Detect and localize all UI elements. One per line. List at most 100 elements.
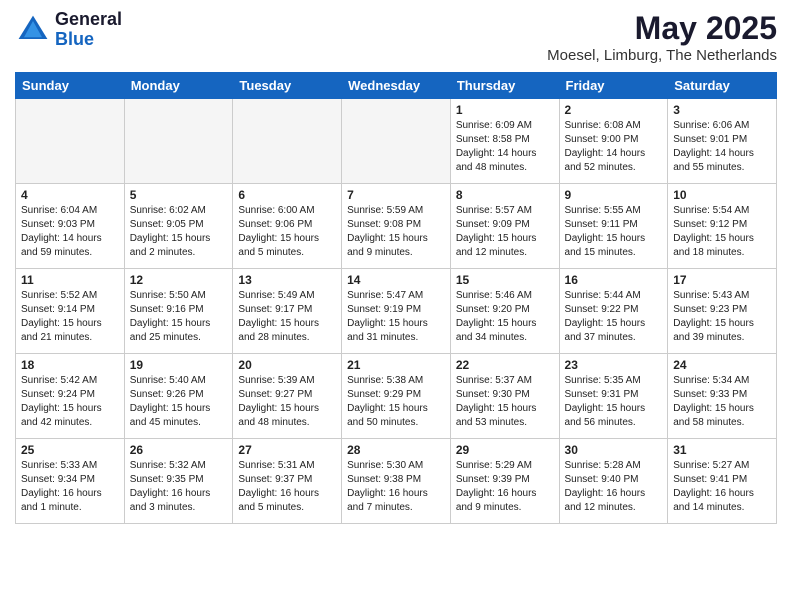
day-number: 20 [238, 358, 336, 372]
day-number: 4 [21, 188, 119, 202]
day-number: 26 [130, 443, 228, 457]
weekday-header-friday: Friday [559, 73, 668, 99]
title-block: May 2025 Moesel, Limburg, The Netherland… [547, 10, 777, 64]
weekday-header-sunday: Sunday [16, 73, 125, 99]
weekday-header-thursday: Thursday [450, 73, 559, 99]
day-number: 23 [565, 358, 663, 372]
calendar-cell: 16 Sunrise: 5:44 AM Sunset: 9:22 PM Dayli… [559, 269, 668, 354]
calendar-cell: 7 Sunrise: 5:59 AM Sunset: 9:08 PM Daylig… [342, 184, 451, 269]
day-info: Sunrise: 5:32 AM Sunset: 9:35 PM Dayligh… [130, 459, 228, 515]
day-number: 6 [238, 188, 336, 202]
calendar-cell: 31Sunrise: 5:27 AM Sunset: 9:41 PM Dayli… [668, 439, 777, 524]
calendar-cell: 2 Sunrise: 6:08 AM Sunset: 9:00 PM Daylig… [559, 99, 668, 184]
day-info: Sunrise: 5:52 AM Sunset: 9:14 PM Dayligh… [21, 289, 119, 345]
day-number: 8 [456, 188, 554, 202]
calendar-cell: 24 Sunrise: 5:34 AM Sunset: 9:33 PM Dayli… [668, 354, 777, 439]
calendar-cell: 30Sunrise: 5:28 AM Sunset: 9:40 PM Dayli… [559, 439, 668, 524]
calendar-cell: 15 Sunrise: 5:46 AM Sunset: 9:20 PM Dayli… [450, 269, 559, 354]
day-number: 16 [565, 273, 663, 287]
calendar-cell [342, 99, 451, 184]
day-number: 18 [21, 358, 119, 372]
weekday-header-monday: Monday [124, 73, 233, 99]
day-info: Sunrise: 6:08 AM Sunset: 9:00 PM Dayligh… [565, 119, 663, 175]
day-info: Sunrise: 6:02 AM Sunset: 9:05 PM Dayligh… [130, 204, 228, 260]
calendar-cell: 23 Sunrise: 5:35 AM Sunset: 9:31 PM Dayli… [559, 354, 668, 439]
logo-icon [15, 12, 51, 48]
day-info: Sunrise: 5:31 AM Sunset: 9:37 PM Dayligh… [238, 459, 336, 515]
day-number: 19 [130, 358, 228, 372]
calendar-cell: 21Sunrise: 5:38 AM Sunset: 9:29 PM Dayli… [342, 354, 451, 439]
day-number: 7 [347, 188, 445, 202]
day-info: Sunrise: 5:55 AM Sunset: 9:11 PM Dayligh… [565, 204, 663, 260]
calendar-cell: 13 Sunrise: 5:49 AM Sunset: 9:17 PM Dayli… [233, 269, 342, 354]
calendar-cell: 4 Sunrise: 6:04 AM Sunset: 9:03 PM Daylig… [16, 184, 125, 269]
day-number: 22 [456, 358, 554, 372]
day-number: 15 [456, 273, 554, 287]
calendar-week-1: 1 Sunrise: 6:09 AM Sunset: 8:58 PM Daylig… [16, 99, 777, 184]
day-number: 28 [347, 443, 445, 457]
weekday-header-wednesday: Wednesday [342, 73, 451, 99]
calendar-cell: 10Sunrise: 5:54 AM Sunset: 9:12 PM Dayli… [668, 184, 777, 269]
logo: General Blue [15, 10, 122, 50]
day-info: Sunrise: 6:06 AM Sunset: 9:01 PM Dayligh… [673, 119, 771, 175]
location: Moesel, Limburg, The Netherlands [547, 47, 777, 64]
day-number: 29 [456, 443, 554, 457]
calendar-cell: 28 Sunrise: 5:30 AM Sunset: 9:38 PM Dayli… [342, 439, 451, 524]
day-info: Sunrise: 5:37 AM Sunset: 9:30 PM Dayligh… [456, 374, 554, 430]
day-info: Sunrise: 5:34 AM Sunset: 9:33 PM Dayligh… [673, 374, 771, 430]
day-info: Sunrise: 5:38 AM Sunset: 9:29 PM Dayligh… [347, 374, 445, 430]
day-number: 3 [673, 103, 771, 117]
calendar-cell: 26 Sunrise: 5:32 AM Sunset: 9:35 PM Dayli… [124, 439, 233, 524]
calendar-cell: 29Sunrise: 5:29 AM Sunset: 9:39 PM Dayli… [450, 439, 559, 524]
page-header: General Blue May 2025 Moesel, Limburg, T… [15, 10, 777, 64]
calendar-cell: 1 Sunrise: 6:09 AM Sunset: 8:58 PM Daylig… [450, 99, 559, 184]
calendar-week-3: 11Sunrise: 5:52 AM Sunset: 9:14 PM Dayli… [16, 269, 777, 354]
calendar-table: SundayMondayTuesdayWednesdayThursdayFrid… [15, 72, 777, 524]
day-info: Sunrise: 5:35 AM Sunset: 9:31 PM Dayligh… [565, 374, 663, 430]
calendar-cell: 5 Sunrise: 6:02 AM Sunset: 9:05 PM Daylig… [124, 184, 233, 269]
logo-general-text: General [55, 9, 122, 29]
day-info: Sunrise: 5:30 AM Sunset: 9:38 PM Dayligh… [347, 459, 445, 515]
calendar-week-4: 18Sunrise: 5:42 AM Sunset: 9:24 PM Dayli… [16, 354, 777, 439]
calendar-cell [124, 99, 233, 184]
calendar-cell: 17 Sunrise: 5:43 AM Sunset: 9:23 PM Dayli… [668, 269, 777, 354]
day-number: 12 [130, 273, 228, 287]
day-info: Sunrise: 5:39 AM Sunset: 9:27 PM Dayligh… [238, 374, 336, 430]
calendar-cell [233, 99, 342, 184]
day-number: 10 [673, 188, 771, 202]
day-info: Sunrise: 6:09 AM Sunset: 8:58 PM Dayligh… [456, 119, 554, 175]
day-info: Sunrise: 5:44 AM Sunset: 9:22 PM Dayligh… [565, 289, 663, 345]
day-number: 13 [238, 273, 336, 287]
calendar-cell: 8 Sunrise: 5:57 AM Sunset: 9:09 PM Daylig… [450, 184, 559, 269]
calendar-cell: 14Sunrise: 5:47 AM Sunset: 9:19 PM Dayli… [342, 269, 451, 354]
day-info: Sunrise: 5:57 AM Sunset: 9:09 PM Dayligh… [456, 204, 554, 260]
day-number: 9 [565, 188, 663, 202]
calendar-cell: 11Sunrise: 5:52 AM Sunset: 9:14 PM Dayli… [16, 269, 125, 354]
calendar-cell [16, 99, 125, 184]
day-info: Sunrise: 5:46 AM Sunset: 9:20 PM Dayligh… [456, 289, 554, 345]
day-info: Sunrise: 5:49 AM Sunset: 9:17 PM Dayligh… [238, 289, 336, 345]
day-info: Sunrise: 5:47 AM Sunset: 9:19 PM Dayligh… [347, 289, 445, 345]
day-info: Sunrise: 5:59 AM Sunset: 9:08 PM Dayligh… [347, 204, 445, 260]
calendar-cell: 18Sunrise: 5:42 AM Sunset: 9:24 PM Dayli… [16, 354, 125, 439]
weekday-header-saturday: Saturday [668, 73, 777, 99]
day-number: 5 [130, 188, 228, 202]
day-info: Sunrise: 5:40 AM Sunset: 9:26 PM Dayligh… [130, 374, 228, 430]
weekday-header-tuesday: Tuesday [233, 73, 342, 99]
day-number: 1 [456, 103, 554, 117]
calendar-cell: 12 Sunrise: 5:50 AM Sunset: 9:16 PM Dayli… [124, 269, 233, 354]
weekday-header-row: SundayMondayTuesdayWednesdayThursdayFrid… [16, 73, 777, 99]
calendar-cell: 22 Sunrise: 5:37 AM Sunset: 9:30 PM Dayli… [450, 354, 559, 439]
day-info: Sunrise: 5:43 AM Sunset: 9:23 PM Dayligh… [673, 289, 771, 345]
day-info: Sunrise: 6:04 AM Sunset: 9:03 PM Dayligh… [21, 204, 119, 260]
day-info: Sunrise: 5:28 AM Sunset: 9:40 PM Dayligh… [565, 459, 663, 515]
day-number: 25 [21, 443, 119, 457]
calendar-cell: 20 Sunrise: 5:39 AM Sunset: 9:27 PM Dayli… [233, 354, 342, 439]
calendar-cell: 19 Sunrise: 5:40 AM Sunset: 9:26 PM Dayli… [124, 354, 233, 439]
day-number: 17 [673, 273, 771, 287]
day-number: 24 [673, 358, 771, 372]
day-number: 2 [565, 103, 663, 117]
day-info: Sunrise: 6:00 AM Sunset: 9:06 PM Dayligh… [238, 204, 336, 260]
day-info: Sunrise: 5:50 AM Sunset: 9:16 PM Dayligh… [130, 289, 228, 345]
calendar-cell: 25Sunrise: 5:33 AM Sunset: 9:34 PM Dayli… [16, 439, 125, 524]
